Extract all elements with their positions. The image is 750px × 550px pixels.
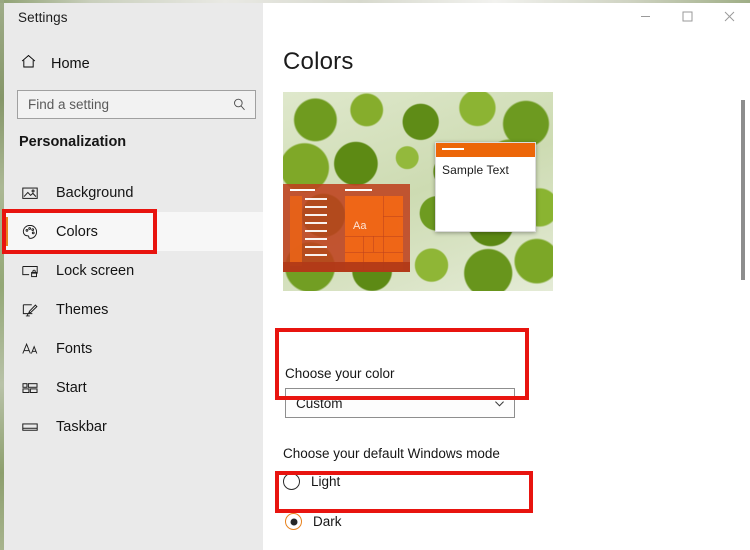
sidebar-item-home-label: Home [51, 56, 90, 72]
sidebar-item-taskbar[interactable]: Taskbar [4, 407, 263, 446]
choose-your-color-group: Choose your color Custom [277, 358, 531, 430]
maximize-button[interactable] [666, 3, 708, 30]
choose-your-color-value: Custom [296, 395, 343, 411]
sidebar-item-start[interactable]: Start [4, 368, 263, 407]
preview-start-menu: Aa [283, 184, 410, 272]
sidebar: Settings Home Personalization [4, 3, 263, 550]
windows-mode-option-dark[interactable]: Dark [285, 513, 342, 530]
preview-hamburger-icon [290, 189, 315, 191]
content-scrollbar[interactable] [741, 70, 745, 550]
preview-sample-text: Sample Text [442, 163, 509, 177]
preview-window-titlebar [436, 143, 535, 157]
home-icon [20, 53, 37, 75]
preview-sample-window: Sample Text [435, 142, 536, 232]
sidebar-item-themes[interactable]: Themes [4, 290, 263, 329]
sidebar-item-themes-label: Themes [56, 301, 109, 318]
preview-start-rail [290, 196, 302, 266]
sidebar-item-background-label: Background [56, 184, 134, 201]
sidebar-item-start-label: Start [56, 379, 87, 396]
sidebar-nav: Background Colors Lock screen Themes Fon… [4, 173, 263, 446]
radio-dark[interactable] [285, 513, 302, 530]
sidebar-item-fonts[interactable]: Fonts [4, 329, 263, 368]
scrollbar-thumb[interactable] [741, 100, 745, 280]
windows-mode-option-light-label: Light [311, 474, 341, 489]
minimize-button[interactable] [624, 3, 666, 30]
maximize-icon [682, 11, 692, 22]
sidebar-item-home[interactable]: Home [16, 49, 256, 79]
sidebar-item-colors[interactable]: Colors [4, 212, 263, 251]
sidebar-item-background[interactable]: Background [4, 173, 263, 212]
lockscreen-icon [20, 261, 40, 281]
windows-mode-option-light[interactable]: Light [283, 473, 340, 490]
taskbar-icon [20, 417, 40, 437]
search-box[interactable] [17, 90, 256, 119]
main-content: Colors Aa Sample Text Choose your color … [263, 30, 750, 550]
close-button[interactable] [708, 3, 750, 30]
settings-window: Settings Home Personalization [0, 0, 750, 550]
search-icon [232, 97, 247, 112]
minimize-icon [640, 16, 650, 17]
dark-mode-row[interactable]: Dark [277, 501, 535, 543]
sidebar-section-title: Personalization [19, 134, 127, 150]
page-title: Colors [283, 48, 354, 75]
search-input[interactable] [28, 97, 232, 112]
choose-your-color-dropdown[interactable]: Custom [285, 388, 515, 418]
windows-mode-label: Choose your default Windows mode [283, 446, 500, 461]
windows-mode-option-dark-label: Dark [313, 514, 342, 529]
palette-icon [20, 222, 40, 242]
preview-tiles: Aa [345, 196, 403, 270]
window-controls [624, 3, 750, 30]
colors-preview: Aa Sample Text [283, 92, 553, 291]
preview-tile-text: Aa [353, 220, 367, 232]
preview-taskbar [283, 262, 410, 272]
start-icon [20, 378, 40, 398]
choose-your-color-label: Choose your color [285, 366, 395, 381]
font-icon [20, 339, 40, 359]
chevron-down-icon [493, 397, 506, 410]
brush-icon [20, 300, 40, 320]
radio-light[interactable] [283, 473, 300, 490]
sidebar-item-lock-screen[interactable]: Lock screen [4, 251, 263, 290]
sidebar-item-taskbar-label: Taskbar [56, 418, 107, 435]
sidebar-item-colors-label: Colors [56, 223, 98, 240]
image-icon [20, 183, 40, 203]
preview-tile-group-bar [345, 189, 372, 191]
app-title: Settings [18, 10, 68, 25]
sidebar-item-lock-screen-label: Lock screen [56, 262, 135, 279]
close-icon [724, 11, 734, 22]
sidebar-item-fonts-label: Fonts [56, 340, 93, 357]
